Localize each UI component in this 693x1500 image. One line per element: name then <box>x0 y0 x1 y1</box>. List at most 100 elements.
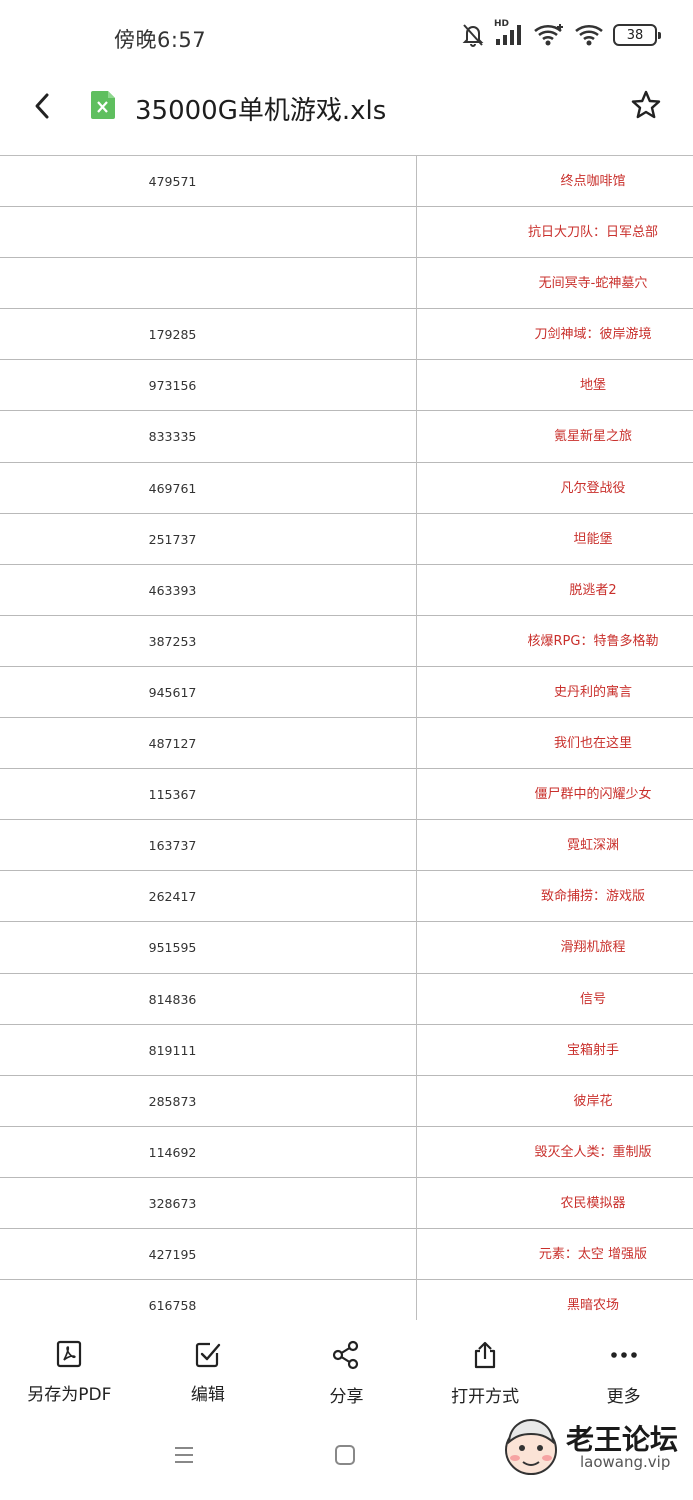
id-cell[interactable]: 951595 <box>0 922 345 973</box>
id-cell[interactable]: 487127 <box>0 718 345 769</box>
id-cell[interactable]: 285873 <box>0 1076 345 1127</box>
id-cell[interactable]: 945617 <box>0 667 345 718</box>
table-row[interactable]: 无间冥寺-蛇神墓穴 <box>0 258 693 310</box>
share-button[interactable]: 分享 <box>277 1320 416 1420</box>
excel-file-icon <box>89 90 116 120</box>
table-row[interactable]: 833335 氪星新星之旅 <box>0 411 693 463</box>
table-row[interactable]: 819111 宝箱射手 <box>0 1025 693 1076</box>
table-row[interactable]: 814836 信号 <box>0 974 693 1025</box>
wifi-plus-icon <box>533 23 565 47</box>
table-row[interactable]: 616758 黑暗农场 <box>0 1280 693 1320</box>
game-name-cell[interactable]: 僵尸群中的闪耀少女 <box>417 769 693 820</box>
game-name-cell[interactable]: 黑暗农场 <box>417 1280 693 1320</box>
id-cell[interactable]: 819111 <box>0 1025 345 1076</box>
id-cell[interactable]: 387253 <box>0 616 345 667</box>
id-cell[interactable]: 616758 <box>0 1280 345 1320</box>
table-row[interactable]: 115367 僵尸群中的闪耀少女 <box>0 769 693 821</box>
game-name-cell[interactable]: 脱逃者2 <box>417 565 693 616</box>
mute-bell-icon <box>461 22 485 48</box>
game-name-cell[interactable]: 我们也在这里 <box>417 718 693 769</box>
open-with-button[interactable]: 打开方式 <box>416 1320 555 1420</box>
game-name-cell[interactable]: 氪星新星之旅 <box>417 411 693 462</box>
status-time: 傍晚6:57 <box>114 28 207 52</box>
game-name-cell[interactable]: 抗日大刀队：日军总部 <box>417 207 693 258</box>
table-row[interactable]: 479571 终点咖啡馆 <box>0 156 693 208</box>
status-bar: 傍晚6:57 HD 38 <box>0 0 693 76</box>
pdf-icon <box>55 1340 83 1368</box>
table-row[interactable]: 427195 元素：太空 增强版 <box>0 1229 693 1281</box>
game-name-cell[interactable]: 史丹利的寓言 <box>417 667 693 718</box>
game-name-cell[interactable]: 滑翔机旅程 <box>417 922 693 973</box>
game-name-cell[interactable]: 致命捕捞：游戏版 <box>417 871 693 922</box>
game-name-cell[interactable]: 凡尔登战役 <box>417 463 693 514</box>
game-name-cell[interactable]: 信号 <box>417 974 693 1025</box>
table-row[interactable]: 163737 霓虹深渊 <box>0 820 693 872</box>
back-button[interactable] <box>24 90 60 126</box>
table-row[interactable]: 262417 致命捕捞：游戏版 <box>0 871 693 923</box>
back-arrow-icon <box>32 92 52 124</box>
game-name-cell[interactable]: 坦能堡 <box>417 514 693 565</box>
title-bar: 35000G单机游戏.xls <box>0 76 693 154</box>
recent-apps-button[interactable] <box>172 1444 196 1470</box>
id-cell[interactable]: 163737 <box>0 820 345 871</box>
game-name-cell[interactable]: 地堡 <box>417 360 693 411</box>
game-name-cell[interactable]: 刀剑神域：彼岸游境 <box>417 309 693 360</box>
star-outline-icon <box>630 89 662 125</box>
column-divider <box>416 156 417 1320</box>
bottom-action-bar: 另存为PDF 编辑 分享 打开方式 更多 <box>0 1320 693 1420</box>
edit-checkbox-icon <box>194 1340 222 1368</box>
action-label: 分享 <box>329 1387 364 1407</box>
table-row[interactable]: 328673 农民模拟器 <box>0 1178 693 1229</box>
table-row[interactable]: 114692 毁灭全人类：重制版 <box>0 1127 693 1178</box>
id-cell[interactable]: 833335 <box>0 411 345 462</box>
id-cell[interactable]: 814836 <box>0 974 345 1025</box>
id-cell[interactable]: 179285 <box>0 309 345 360</box>
table-row[interactable]: 179285 刀剑神域：彼岸游境 <box>0 309 693 361</box>
game-name-cell[interactable]: 农民模拟器 <box>417 1178 693 1229</box>
game-name-cell[interactable]: 霓虹深渊 <box>417 820 693 871</box>
table-row[interactable]: 251737 坦能堡 <box>0 514 693 565</box>
more-button[interactable]: 更多 <box>554 1320 693 1420</box>
game-name-cell[interactable]: 核爆RPG：特鲁多格勒 <box>417 616 693 667</box>
game-name-cell[interactable]: 元素：太空 增强版 <box>417 1229 693 1280</box>
open-with-icon <box>471 1340 499 1370</box>
watermark-url: laowang.vip <box>580 1453 671 1471</box>
favorite-button[interactable] <box>629 90 663 124</box>
table-row[interactable]: 945617 史丹利的寓言 <box>0 667 693 719</box>
id-cell[interactable]: 328673 <box>0 1178 345 1229</box>
id-cell[interactable]: 427195 <box>0 1229 345 1280</box>
table-row[interactable]: 抗日大刀队：日军总部 <box>0 207 693 259</box>
table-row[interactable]: 951595 滑翔机旅程 <box>0 922 693 974</box>
game-name-cell[interactable]: 宝箱射手 <box>417 1025 693 1076</box>
forum-watermark: 老王论坛 laowang.vip <box>500 1412 693 1486</box>
cellular-signal-icon: HD <box>494 19 524 47</box>
id-cell[interactable]: 469761 <box>0 463 345 514</box>
table-row[interactable]: 285873 彼岸花 <box>0 1076 693 1127</box>
game-name-cell[interactable]: 毁灭全人类：重制版 <box>417 1127 693 1178</box>
table-row[interactable]: 463393 脱逃者2 <box>0 565 693 616</box>
id-cell[interactable]: 115367 <box>0 769 345 820</box>
id-cell[interactable]: 973156 <box>0 360 345 411</box>
action-label: 打开方式 <box>451 1387 520 1407</box>
old-man-avatar-icon <box>500 1414 562 1478</box>
home-button[interactable] <box>334 1444 356 1470</box>
save-as-pdf-button[interactable]: 另存为PDF <box>0 1320 139 1420</box>
edit-button[interactable]: 编辑 <box>139 1320 278 1420</box>
battery-level: 38 <box>626 27 644 43</box>
table-row[interactable]: 387253 核爆RPG：特鲁多格勒 <box>0 616 693 667</box>
sheet-rows: 479571 终点咖啡馆 抗日大刀队：日军总部 无间冥寺-蛇神墓穴 179285 刀剑神域… <box>0 156 693 1320</box>
id-cell[interactable]: 262417 <box>0 871 345 922</box>
id-cell[interactable]: 463393 <box>0 565 345 616</box>
battery-indicator: 38 <box>613 24 661 46</box>
action-label: 编辑 <box>190 1385 225 1405</box>
table-row[interactable]: 973156 地堡 <box>0 360 693 412</box>
id-cell[interactable]: 251737 <box>0 514 345 565</box>
game-name-cell[interactable]: 彼岸花 <box>417 1076 693 1127</box>
table-row[interactable]: 469761 凡尔登战役 <box>0 463 693 514</box>
game-name-cell[interactable]: 终点咖啡馆 <box>417 156 693 207</box>
game-name-cell[interactable]: 无间冥寺-蛇神墓穴 <box>417 258 693 309</box>
spreadsheet-grid[interactable]: 479571 终点咖啡馆 抗日大刀队：日军总部 无间冥寺-蛇神墓穴 179285 刀剑神域… <box>0 155 693 1320</box>
table-row[interactable]: 487127 我们也在这里 <box>0 718 693 770</box>
id-cell[interactable]: 479571 <box>0 156 345 207</box>
id-cell[interactable]: 114692 <box>0 1127 345 1178</box>
